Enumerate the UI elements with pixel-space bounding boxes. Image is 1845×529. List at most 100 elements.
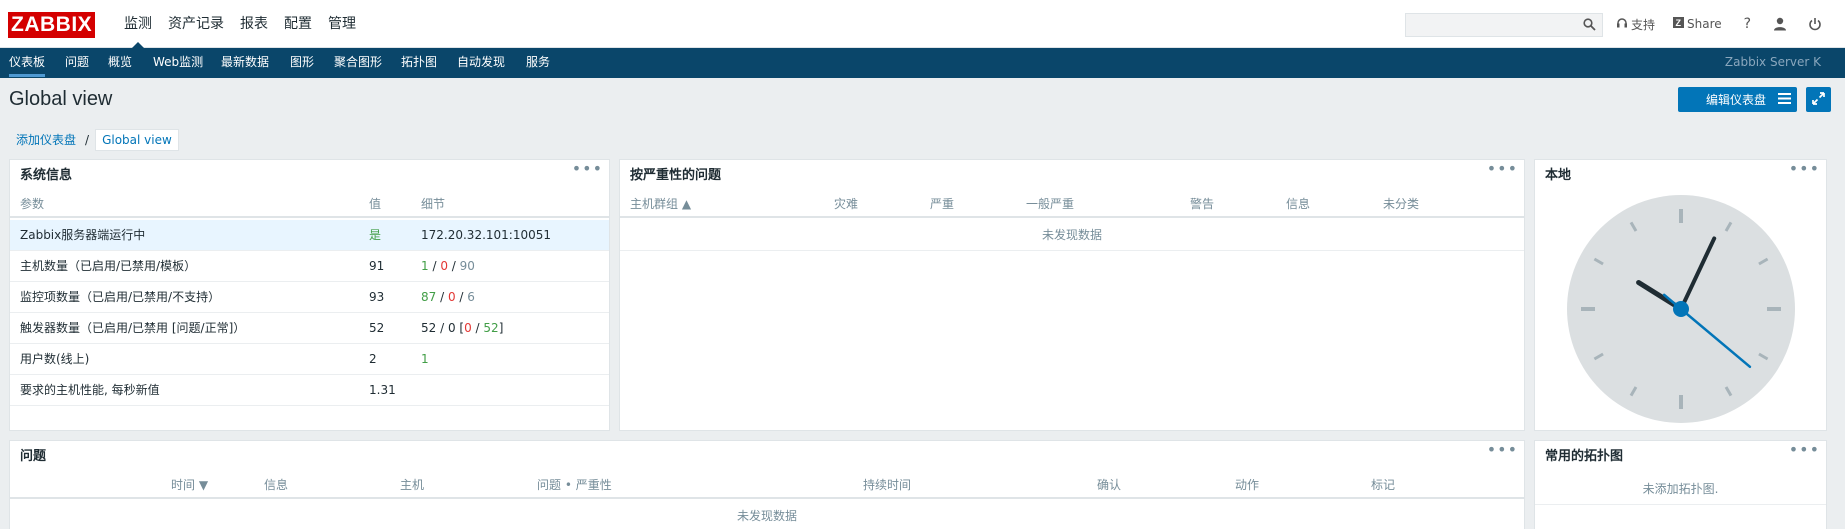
row-param: 监控项数量（已启用/已禁用/不支持） xyxy=(20,290,221,304)
widget-problems: 问题 ••• 时间 ▼ 信息 主机 问题 • 严重性 持续时间 确认 动作 标记… xyxy=(9,440,1525,529)
breadcrumb-separator: / xyxy=(85,133,90,147)
widget-title: 本地 xyxy=(1545,168,1572,183)
row-param: 用户数(线上) xyxy=(20,352,90,366)
fullscreen-icon xyxy=(1812,91,1825,108)
row-param: 要求的主机性能, 每秒新值 xyxy=(20,383,160,397)
widget-title: 问题 xyxy=(20,449,47,464)
subnav-dashboard[interactable]: 仪表板 xyxy=(9,48,46,77)
widget-system-info: 系统信息 ••• 参数 值 细节 Zabbix服务器端运行中 是 172.20.… xyxy=(9,159,610,431)
list-icon xyxy=(1778,92,1791,107)
col-actions: 动作 xyxy=(1235,478,1260,492)
user-toolbar: 支持 Z Share ? xyxy=(1616,0,1843,48)
zabbix-logo[interactable]: ZABBIX xyxy=(8,12,96,38)
subnav-maps[interactable]: 拓扑图 xyxy=(401,48,437,77)
row-param: 触发器数量（已启用/已禁用 [问题/正常]） xyxy=(20,321,246,335)
row-param: 主机数量（已启用/已禁用/模板） xyxy=(20,259,197,273)
menu-inventory[interactable]: 资产记录 xyxy=(160,0,232,48)
row-detail: 52 / 0 [0 / 52] xyxy=(421,321,504,335)
col-information: 信息 xyxy=(1286,197,1311,211)
subnav-graphs[interactable]: 图形 xyxy=(290,48,314,77)
no-maps-message: 未添加拓扑图. xyxy=(1535,474,1826,505)
col-host: 主机 xyxy=(400,478,425,492)
search-icon[interactable] xyxy=(1583,18,1596,34)
dashboard-list-button[interactable] xyxy=(1772,87,1797,112)
share-link[interactable]: Z Share xyxy=(1673,17,1722,31)
support-label: 支持 xyxy=(1631,17,1656,32)
widget-clock: 本地 ••• xyxy=(1534,159,1827,431)
menu-configuration[interactable]: 配置 xyxy=(276,0,320,48)
table-row: 要求的主机性能, 每秒新值 1.31 xyxy=(10,375,609,406)
main-menu: 监测 资产记录 报表 配置 管理 xyxy=(116,0,364,49)
no-data-message: 未发现数据 xyxy=(620,220,1524,251)
menu-reports[interactable]: 报表 xyxy=(232,0,276,48)
col-warning: 警告 xyxy=(1190,197,1215,211)
subnav-problems[interactable]: 问题 xyxy=(65,48,89,77)
search-input[interactable] xyxy=(1406,14,1576,36)
row-value: 是 xyxy=(369,228,382,242)
server-name: Zabbix Server K xyxy=(1724,55,1821,69)
support-link[interactable]: 支持 xyxy=(1616,16,1655,33)
triggers-enabled: 52 xyxy=(421,321,437,335)
page-title: Global view xyxy=(9,88,113,110)
table-row: Zabbix服务器端运行中 是 172.20.32.101:10051 xyxy=(10,220,609,251)
widget-title: 系统信息 xyxy=(20,168,73,183)
widget-menu-icon[interactable]: ••• xyxy=(1789,161,1820,177)
table-row: 监控项数量（已启用/已禁用/不支持） 93 87 / 0 / 6 xyxy=(10,282,609,313)
table-row: 主机数量（已启用/已禁用/模板） 91 1 / 0 / 90 xyxy=(10,251,609,282)
breadcrumb-dashboards-link[interactable]: 添加仪表盘 xyxy=(9,129,83,151)
subnav-discovery[interactable]: 自动发现 xyxy=(457,48,505,77)
search-box xyxy=(1405,13,1603,37)
widget-menu-icon[interactable]: ••• xyxy=(1487,442,1518,458)
hosts-templates: 90 xyxy=(459,259,475,273)
triggers-disabled: 0 xyxy=(447,321,456,335)
breadcrumb-current[interactable]: Global view xyxy=(95,129,179,151)
col-duration: 持续时间 xyxy=(863,478,912,492)
widget-menu-icon[interactable]: ••• xyxy=(1789,442,1820,458)
widget-favorite-maps: 常用的拓扑图 ••• 未添加拓扑图. xyxy=(1534,440,1827,529)
table-header: 主机群组 ▲ 灾难 严重 一般严重 警告 信息 未分类 xyxy=(620,192,1524,218)
row-value: 93 xyxy=(369,290,385,304)
widget-menu-icon[interactable]: ••• xyxy=(1487,161,1518,177)
menu-monitoring[interactable]: 监测 xyxy=(116,0,160,49)
triggers-problem: 0 xyxy=(464,321,472,335)
col-host-group[interactable]: 主机群组 ▲ xyxy=(630,192,691,216)
fullscreen-button[interactable] xyxy=(1806,87,1831,112)
col-time[interactable]: 时间 ▼ xyxy=(171,473,208,497)
hosts-disabled: 0 xyxy=(440,259,448,273)
subnav-web[interactable]: Web监测 xyxy=(153,48,203,77)
subnav-screens[interactable]: 聚合图形 xyxy=(334,48,382,77)
user-profile-icon[interactable] xyxy=(1773,17,1790,31)
table-row: 触发器数量（已启用/已禁用 [问题/正常]） 52 52 / 0 [0 / 52… xyxy=(10,313,609,344)
table-header: 时间 ▼ 信息 主机 问题 • 严重性 持续时间 确认 动作 标记 xyxy=(10,473,1524,499)
subnav-overview[interactable]: 概览 xyxy=(108,48,132,77)
headset-icon xyxy=(1616,17,1631,32)
col-not-classified: 未分类 xyxy=(1383,197,1420,211)
widget-title: 常用的拓扑图 xyxy=(1545,449,1624,464)
table-row: 用户数(线上) 2 1 xyxy=(10,344,609,375)
col-high: 严重 xyxy=(930,197,955,211)
row-detail: 172.20.32.101:10051 xyxy=(421,228,552,242)
col-ack: 确认 xyxy=(1097,478,1122,492)
widget-menu-icon[interactable]: ••• xyxy=(572,161,603,177)
breadcrumb: 添加仪表盘 / Global view xyxy=(9,129,179,151)
col-value: 值 xyxy=(369,197,382,211)
logout-icon[interactable] xyxy=(1808,17,1825,31)
items-enabled: 87 xyxy=(421,290,437,304)
col-tags: 标记 xyxy=(1371,478,1396,492)
share-icon: Z xyxy=(1673,17,1687,31)
menu-administration[interactable]: 管理 xyxy=(320,0,364,48)
sub-navigation: 仪表板 问题 概览 Web监测 最新数据 图形 聚合图形 拓扑图 自动发现 服务… xyxy=(0,48,1845,78)
no-data-message: 未发现数据 xyxy=(10,501,1524,529)
top-header: ZABBIX 监测 资产记录 报表 配置 管理 支持 Z Share ? xyxy=(0,0,1845,49)
col-disaster: 灾难 xyxy=(834,197,859,211)
row-value: 52 xyxy=(369,321,385,335)
share-label: Share xyxy=(1687,17,1722,31)
subnav-services[interactable]: 服务 xyxy=(526,48,550,77)
svg-text:Z: Z xyxy=(1676,18,1682,28)
col-info: 信息 xyxy=(264,478,289,492)
subnav-latest-data[interactable]: 最新数据 xyxy=(221,48,269,77)
hosts-enabled: 1 xyxy=(421,259,429,273)
col-problem-severity: 问题 • 严重性 xyxy=(537,478,612,492)
analog-clock xyxy=(1567,195,1795,423)
help-icon[interactable]: ? xyxy=(1744,16,1751,32)
